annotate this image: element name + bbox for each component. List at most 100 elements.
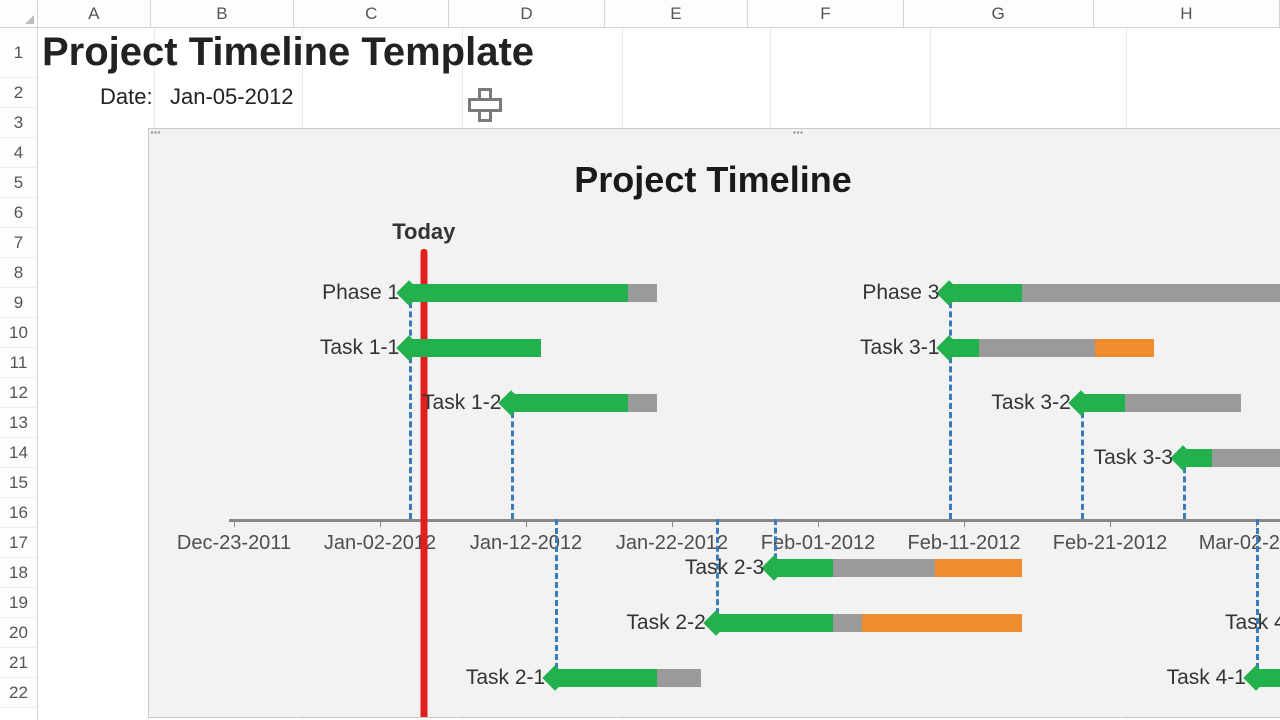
bar-segment-gray bbox=[1125, 394, 1242, 412]
x-tick-label: Feb-11-2012 bbox=[907, 532, 1020, 555]
row-header[interactable]: 20 bbox=[0, 618, 37, 648]
project-timeline-chart[interactable]: Project Timeline Dec-23-2011Jan-02-2012J… bbox=[148, 128, 1280, 718]
bar-segment-green bbox=[716, 614, 833, 632]
bar-label: Task 3-2 bbox=[991, 391, 1070, 415]
bar-label: Task 2-1 bbox=[466, 666, 545, 690]
gantt-bar[interactable]: Task 3-1 bbox=[949, 339, 1153, 357]
gantt-bar[interactable]: Task 4-1 bbox=[1256, 669, 1280, 687]
x-tick-label: Feb-01-2012 bbox=[761, 532, 876, 555]
bar-segment-green bbox=[409, 339, 540, 357]
column-header[interactable]: H bbox=[1094, 0, 1280, 27]
bar-segment-gray bbox=[628, 284, 657, 302]
row-header[interactable]: 11 bbox=[0, 348, 37, 378]
bar-segment-gray bbox=[628, 394, 657, 412]
bar-label: Task 1-2 bbox=[422, 391, 501, 415]
row-header[interactable]: 13 bbox=[0, 408, 37, 438]
row-header[interactable]: 10 bbox=[0, 318, 37, 348]
x-tick-label: Jan-12-2012 bbox=[470, 532, 582, 555]
bar-segment-orange bbox=[1095, 339, 1153, 357]
x-tick-label: Mar-02-2012 bbox=[1199, 532, 1280, 555]
chart-resize-handle[interactable] bbox=[150, 130, 161, 135]
bar-label: Phase 1 bbox=[322, 281, 399, 305]
drop-line bbox=[949, 348, 952, 519]
drop-line bbox=[1256, 519, 1259, 678]
bar-label: Task 1-1 bbox=[320, 336, 399, 360]
column-header[interactable]: C bbox=[294, 0, 449, 27]
bar-segment-gray bbox=[833, 559, 935, 577]
gantt-bar[interactable]: Phase 3 bbox=[949, 284, 1280, 302]
row-headers: 12345678910111213141516171819202122 bbox=[0, 28, 38, 720]
bar-label: Task 4-1 bbox=[1167, 666, 1246, 690]
row-header[interactable]: 22 bbox=[0, 678, 37, 708]
cell-cursor-icon bbox=[470, 90, 494, 114]
row-header[interactable]: 5 bbox=[0, 168, 37, 198]
bar-segment-orange bbox=[862, 614, 1023, 632]
x-tick-label: Jan-22-2012 bbox=[616, 532, 728, 555]
row-header[interactable]: 8 bbox=[0, 258, 37, 288]
row-header[interactable]: 7 bbox=[0, 228, 37, 258]
row-header[interactable]: 15 bbox=[0, 468, 37, 498]
select-all-corner[interactable] bbox=[0, 0, 38, 28]
date-label: Date: bbox=[100, 84, 153, 110]
date-value[interactable]: Jan-05-2012 bbox=[170, 84, 294, 110]
column-header[interactable]: G bbox=[904, 0, 1094, 27]
bar-label: Phase 3 bbox=[862, 281, 939, 305]
today-label: Today bbox=[392, 219, 455, 245]
column-header[interactable]: A bbox=[38, 0, 151, 27]
row-header[interactable]: 19 bbox=[0, 588, 37, 618]
bar-label: Task 3-1 bbox=[860, 336, 939, 360]
column-header[interactable]: B bbox=[151, 0, 295, 27]
today-marker bbox=[420, 249, 427, 718]
gantt-bar[interactable]: Task 1-1 bbox=[409, 339, 540, 357]
chart-resize-handle[interactable] bbox=[793, 130, 804, 135]
x-tick-label: Feb-21-2012 bbox=[1053, 532, 1168, 555]
bar-segment-gray bbox=[1212, 449, 1280, 467]
bar-segment-green bbox=[511, 394, 628, 412]
x-tick-label: Dec-23-2011 bbox=[177, 532, 291, 555]
row-header[interactable]: 21 bbox=[0, 648, 37, 678]
row-header[interactable]: 1 bbox=[0, 28, 37, 78]
gantt-bar[interactable]: Task 2-2 bbox=[716, 614, 1023, 632]
row-header[interactable]: 9 bbox=[0, 288, 37, 318]
row-header[interactable]: 6 bbox=[0, 198, 37, 228]
bar-label: Task 3-3 bbox=[1094, 446, 1173, 470]
bar-label: Task 4-2 bbox=[1225, 611, 1280, 635]
row-header[interactable]: 16 bbox=[0, 498, 37, 528]
page-title: Project Timeline Template bbox=[42, 30, 534, 75]
row-header[interactable]: 17 bbox=[0, 528, 37, 558]
drop-line bbox=[409, 348, 412, 519]
x-tick-label: Jan-02-2012 bbox=[324, 532, 436, 555]
gantt-bar[interactable]: Task 1-2 bbox=[511, 394, 657, 412]
column-header[interactable]: D bbox=[449, 0, 604, 27]
bar-segment-orange bbox=[935, 559, 1023, 577]
row-header[interactable]: 3 bbox=[0, 108, 37, 138]
bar-segment-gray bbox=[657, 669, 701, 687]
column-header[interactable]: E bbox=[605, 0, 749, 27]
row-header[interactable]: 18 bbox=[0, 558, 37, 588]
spreadsheet[interactable]: ABCDEFGH 1234567891011121314151617181920… bbox=[0, 0, 1280, 720]
drop-line bbox=[511, 403, 514, 519]
bar-segment-gray bbox=[1022, 284, 1280, 302]
bar-segment-green bbox=[555, 669, 657, 687]
drop-line bbox=[1081, 403, 1084, 519]
x-axis bbox=[229, 519, 1280, 522]
row-header[interactable]: 2 bbox=[0, 78, 37, 108]
gantt-bar[interactable]: Task 3-3 bbox=[1183, 449, 1280, 467]
row-header[interactable]: 12 bbox=[0, 378, 37, 408]
column-headers: ABCDEFGH bbox=[38, 0, 1280, 28]
row-header[interactable]: 14 bbox=[0, 438, 37, 468]
row-header[interactable]: 4 bbox=[0, 138, 37, 168]
gantt-bar[interactable]: Task 2-1 bbox=[555, 669, 701, 687]
drop-line bbox=[716, 519, 719, 623]
bar-label: Task 2-3 bbox=[685, 556, 764, 580]
column-header[interactable]: F bbox=[748, 0, 903, 27]
bar-segment-gray bbox=[979, 339, 1096, 357]
drop-line bbox=[555, 519, 558, 678]
bar-segment-green bbox=[409, 284, 628, 302]
gantt-bar[interactable]: Phase 1 bbox=[409, 284, 657, 302]
bar-label: Task 2-2 bbox=[626, 611, 705, 635]
gantt-bar[interactable]: Task 3-2 bbox=[1081, 394, 1242, 412]
plot-area: Dec-23-2011Jan-02-2012Jan-12-2012Jan-22-… bbox=[229, 229, 1280, 689]
bar-segment-gray bbox=[833, 614, 862, 632]
gantt-bar[interactable]: Task 2-3 bbox=[774, 559, 1022, 577]
